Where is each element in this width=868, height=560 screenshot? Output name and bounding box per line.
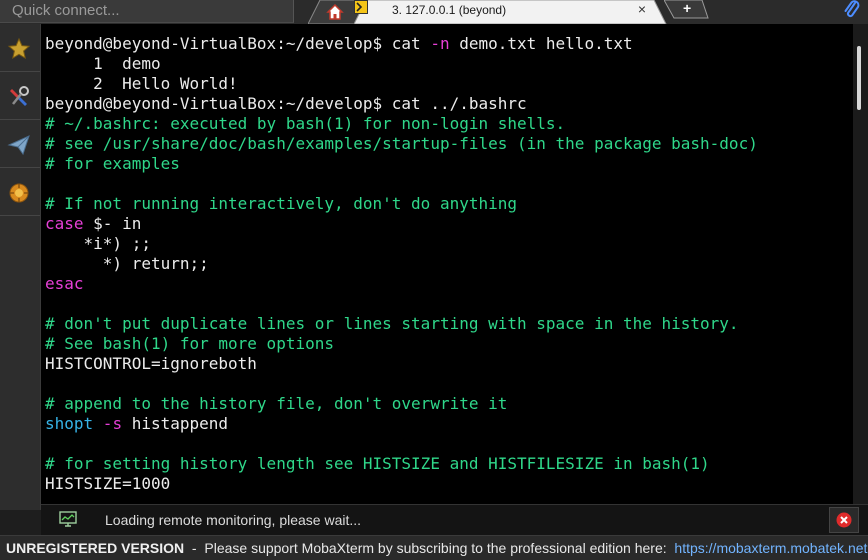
terminal-line: # See bash(1) for more options <box>45 334 334 354</box>
top-bar: Quick connect... 3. 127.0.0.1 (beyond) ×… <box>0 0 868 24</box>
macro-icon <box>9 183 29 203</box>
terminal-text-segment: case <box>45 214 84 233</box>
terminal-line: HISTSIZE=1000 <box>45 474 170 494</box>
terminal-line: shopt -s histappend <box>45 414 228 434</box>
terminal-text-segment: demo.txt hello.txt <box>449 34 633 53</box>
terminal-text-segment: # for setting history length see HISTSIZ… <box>45 454 710 473</box>
terminal-line: beyond@beyond-VirtualBox:~/develop$ cat … <box>45 34 633 54</box>
terminal-text-segment: # don't put duplicate lines or lines sta… <box>45 314 739 333</box>
new-tab-button[interactable]: + <box>664 0 712 20</box>
terminal-line: # for examples <box>45 154 180 174</box>
tools-icon <box>10 86 29 106</box>
terminal-scrollbar[interactable] <box>853 24 868 504</box>
close-icon <box>836 512 852 528</box>
sidebar-item-sessions[interactable] <box>0 26 40 72</box>
terminal-line: # If not running interactively, don't do… <box>45 194 517 214</box>
terminal-text-segment: HISTCONTROL=ignoreboth <box>45 354 257 373</box>
session-tab-label: 3. 127.0.0.1 (beyond) <box>392 3 507 17</box>
notification-close-button[interactable] <box>829 507 859 533</box>
close-tab-button[interactable]: × <box>634 1 650 17</box>
terminal-text-segment: shopt <box>45 414 94 433</box>
terminal-line: # append to the history file, don't over… <box>45 394 507 414</box>
status-separator: - <box>184 540 205 556</box>
notification-bar: Loading remote monitoring, please wait..… <box>41 504 868 535</box>
terminal-line: # ~/.bashrc: executed by bash(1) for non… <box>45 114 565 134</box>
terminal-text-segment: 2 Hello World! <box>45 74 238 93</box>
terminal-line: *i*) ;; <box>45 234 151 254</box>
terminal-line: case $- in <box>45 214 141 234</box>
terminal-text-segment: # append to the history file, don't over… <box>45 394 508 413</box>
terminal-text-segment: *i*) ;; <box>45 234 151 253</box>
star-icon <box>7 37 31 60</box>
paper-plane-icon <box>7 135 30 156</box>
terminal-text-segment: # If not running interactively, don't do… <box>45 194 518 213</box>
left-sidebar <box>0 24 41 510</box>
session-tab[interactable]: 3. 127.0.0.1 (beyond) × <box>354 0 668 24</box>
terminal-text-segment: 1 demo <box>45 54 161 73</box>
terminal-text-segment: -n <box>430 34 450 53</box>
terminal-line: # for setting history length see HISTSIZ… <box>45 454 710 474</box>
sidebar-item-sftp[interactable] <box>0 122 40 168</box>
terminal-line: # see /usr/share/doc/bash/examples/start… <box>45 134 758 154</box>
terminal-line: *) return;; <box>45 254 209 274</box>
terminal-text-segment: # see /usr/share/doc/bash/examples/start… <box>45 134 758 153</box>
terminal-line: 2 Hello World! <box>45 74 238 94</box>
terminal-line: beyond@beyond-VirtualBox:~/develop$ cat … <box>45 94 527 114</box>
status-bar: UNREGISTERED VERSION - Please support Mo… <box>0 535 868 560</box>
terminal-tab-icon <box>354 0 368 14</box>
unregistered-label: UNREGISTERED VERSION <box>6 540 185 556</box>
notification-text: Loading remote monitoring, please wait..… <box>105 512 362 528</box>
terminal-text-segment: # for examples <box>45 154 180 173</box>
terminal-line: 1 demo <box>45 54 161 74</box>
sidebar-item-macros[interactable] <box>0 170 40 216</box>
quick-connect-input[interactable]: Quick connect... <box>0 0 294 23</box>
terminal-line: HISTCONTROL=ignoreboth <box>45 354 257 374</box>
terminal-text-segment: # See bash(1) for more options <box>45 334 334 353</box>
subscribe-link[interactable]: https://mobaxterm.mobatek.net <box>674 540 867 556</box>
terminal-text-segment: # ~/.bashrc: executed by bash(1) for non… <box>45 114 566 133</box>
terminal-line: esac <box>45 274 84 294</box>
terminal-text-segment: beyond@beyond-VirtualBox:~/develop$ cat … <box>45 94 527 113</box>
home-tab[interactable] <box>308 0 360 24</box>
terminal-text-segment: -s <box>93 414 123 433</box>
terminal-text-segment: beyond@beyond-VirtualBox:~/develop$ cat <box>45 34 431 53</box>
paperclip-icon[interactable] <box>842 0 862 20</box>
terminal-text-segment: esac <box>45 274 84 293</box>
plus-icon: + <box>683 0 692 16</box>
home-icon <box>326 3 344 20</box>
terminal-text-segment: $- in <box>83 214 142 233</box>
terminal-text-segment: HISTSIZE=1000 <box>45 474 171 493</box>
terminal-line: # don't put duplicate lines or lines sta… <box>45 314 739 334</box>
terminal-text-segment: *) return;; <box>45 254 209 273</box>
scrollbar-thumb[interactable] <box>857 46 861 110</box>
terminal-output[interactable]: beyond@beyond-VirtualBox:~/develop$ cat … <box>41 24 853 504</box>
monitor-icon <box>59 511 77 527</box>
terminal-text-segment: histappend <box>122 414 229 433</box>
sidebar-item-tools[interactable] <box>0 74 40 120</box>
status-message: Please support MobaXterm by subscribing … <box>204 540 675 556</box>
